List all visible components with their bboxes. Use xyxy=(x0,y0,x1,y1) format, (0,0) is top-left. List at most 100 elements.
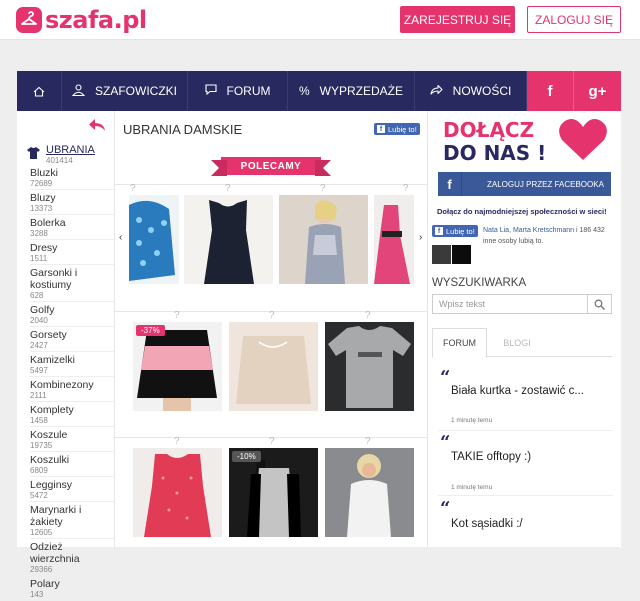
category-count: 1458 xyxy=(30,416,48,425)
percent-icon: % xyxy=(298,84,310,98)
forum-post-title[interactable]: TAKIE offtopy :) xyxy=(451,451,531,463)
product-thumbnail[interactable]: -10% xyxy=(229,448,318,537)
category-item[interactable]: Gorsety 2427 xyxy=(30,327,114,352)
product-thumbnail[interactable] xyxy=(229,322,318,411)
search-button[interactable] xyxy=(588,294,612,314)
active-category-name: UBRANIA xyxy=(46,144,95,156)
category-name: Dresy xyxy=(30,242,58,254)
shirt-icon xyxy=(27,147,40,159)
product-thumbnail[interactable] xyxy=(129,195,179,284)
category-item[interactable]: Odzież wierzchnia 29366 xyxy=(30,539,114,576)
facebook-login-label: ZALOGUJ PRZEZ FACEBOOKA xyxy=(487,179,604,189)
nav-label: SZAFOWICZKI xyxy=(95,84,177,98)
facebook-login-button[interactable]: f ZALOGUJ PRZEZ FACEBOOKA xyxy=(438,172,611,196)
forum-post-title[interactable]: Kot sąsiadki :/ xyxy=(451,518,523,530)
category-list: Bluzki 72689 Bluzy 13373 Bolerka 3288 Dresy 151… xyxy=(30,165,114,601)
liker-avatars xyxy=(432,245,472,264)
product-thumbnail[interactable] xyxy=(279,195,368,284)
search-icon xyxy=(594,299,605,310)
nav-nowosci[interactable]: NOWOŚCI xyxy=(415,71,527,111)
nav-forum[interactable]: FORUM xyxy=(188,71,288,111)
category-item[interactable]: Komplety 1458 xyxy=(30,402,114,427)
active-category[interactable]: UBRANIA 401414 xyxy=(27,144,95,165)
category-count: 143 xyxy=(30,590,44,599)
category-item[interactable]: Bolerka 3288 xyxy=(30,215,114,240)
quote-icon: “ xyxy=(440,367,451,388)
product-thumbnail[interactable] xyxy=(133,448,222,537)
forum-post[interactable]: “ Kot sąsiadki :/ xyxy=(438,500,613,547)
nav-wyprzedaze[interactable]: % WYPRZEDAŻE xyxy=(288,71,415,111)
product-thumbnail[interactable] xyxy=(325,448,414,537)
category-count: 5472 xyxy=(30,491,48,500)
product-listing: UBRANIA DAMSKIE f Lubię to! POLECAMY ? ? … xyxy=(114,111,428,547)
nav-szafowiczki[interactable]: SZAFOWICZKI xyxy=(62,71,188,111)
category-count: 2040 xyxy=(30,316,48,325)
liker-names[interactable]: Nata Lia, Marta Kretschmann xyxy=(483,227,574,234)
google-plus-nav-button[interactable]: g+ xyxy=(574,71,621,111)
category-item[interactable]: Kamizelki 5497 xyxy=(30,352,114,377)
category-name: Komplety xyxy=(30,404,74,416)
forum-blog-tabs: FORUM BLOGI xyxy=(432,328,612,358)
category-item[interactable]: Polary 143 xyxy=(30,576,114,601)
category-count: 5497 xyxy=(30,366,48,375)
site-logo[interactable]: szafa.pl xyxy=(16,6,147,34)
facebook-like-button[interactable]: f Lubię to! xyxy=(374,123,420,135)
product-thumbnail[interactable] xyxy=(184,195,273,284)
home-nav-button[interactable] xyxy=(17,71,62,111)
back-arrow-icon[interactable] xyxy=(87,117,107,138)
facebook-nav-button[interactable]: f xyxy=(527,71,574,111)
facebook-icon: f xyxy=(377,125,385,133)
category-item[interactable]: Legginsy 5472 xyxy=(30,477,114,502)
quote-icon: “ xyxy=(440,498,451,519)
category-count: 6809 xyxy=(30,466,48,475)
category-item[interactable]: Golfy 2040 xyxy=(30,302,114,327)
avatar[interactable] xyxy=(452,245,471,264)
product-thumbnail[interactable] xyxy=(374,195,414,284)
facebook-icon: f xyxy=(547,82,553,100)
category-item[interactable]: Dresy 1511 xyxy=(30,240,114,265)
category-count: 628 xyxy=(30,291,44,300)
category-name: Marynarki i żakiety xyxy=(30,504,82,528)
carousel-next-arrow-icon[interactable]: › xyxy=(419,232,422,243)
search-heading: WYSZUKIWARKA xyxy=(432,277,527,289)
facebook-icon: f xyxy=(435,227,443,235)
home-icon xyxy=(33,86,45,97)
category-item[interactable]: Bluzki 72689 xyxy=(30,165,114,190)
product-thumbnail[interactable] xyxy=(325,322,414,411)
login-button[interactable]: ZALOGUJ SIĘ xyxy=(527,6,621,33)
category-item[interactable]: Koszulki 6809 xyxy=(30,452,114,477)
carousel-prev-arrow-icon[interactable]: ‹ xyxy=(119,232,122,243)
user-hanger-icon xyxy=(71,83,86,99)
hanger-hook-icon: ? xyxy=(320,183,326,194)
chat-icon xyxy=(204,84,217,98)
avatar[interactable] xyxy=(432,245,451,264)
category-item[interactable]: Marynarki i żakiety 12605 xyxy=(30,502,114,539)
forum-post-title[interactable]: Biała kurtka - zostawić c... xyxy=(451,385,584,397)
hanger-hook-icon: ? xyxy=(174,436,180,447)
product-thumbnail[interactable]: -37% xyxy=(133,322,222,411)
register-button[interactable]: ZAREJESTRUJ SIĘ xyxy=(400,6,515,33)
forum-post[interactable]: “ Biała kurtka - zostawić c... 1 minutę … xyxy=(438,369,613,431)
category-name: Kamizelki xyxy=(30,354,75,366)
tab-blogi[interactable]: BLOGI xyxy=(492,328,542,358)
category-item[interactable]: Kombinezony 2111 xyxy=(30,377,114,402)
page-title: UBRANIA DAMSKIE xyxy=(123,122,243,137)
nav-label: FORUM xyxy=(226,84,271,98)
category-item[interactable]: Garsonki i kostiumy 628 xyxy=(30,265,114,302)
category-item[interactable]: Koszule 19735 xyxy=(30,427,114,452)
main-nav: SZAFOWICZKI FORUM % WYPRZEDAŻE NOWOŚCI f… xyxy=(17,71,621,111)
category-count: 2111 xyxy=(30,391,47,400)
category-item[interactable]: Bluzy 13373 xyxy=(30,190,114,215)
logo-hanger-icon xyxy=(16,7,42,33)
tab-forum[interactable]: FORUM xyxy=(432,328,487,358)
active-category-count: 401414 xyxy=(46,156,73,165)
hanger-hook-icon: ? xyxy=(365,436,371,447)
discount-badge: -10% xyxy=(232,451,261,462)
right-sidebar: DOŁĄCZ DO NAS ! f ZALOGUJ PRZEZ FACEBOOK… xyxy=(428,111,621,547)
facebook-like-button[interactable]: f Lubię to! xyxy=(432,225,478,237)
logo-text: szafa.pl xyxy=(45,6,147,34)
forum-post[interactable]: “ TAKIE offtopy :) 1 minutę temu xyxy=(438,434,613,496)
community-tagline: Dołącz do najmodniejszej społeczności w … xyxy=(437,207,607,216)
search-input[interactable]: Wpisz tekst xyxy=(432,294,588,314)
facebook-icon: f xyxy=(438,172,462,196)
